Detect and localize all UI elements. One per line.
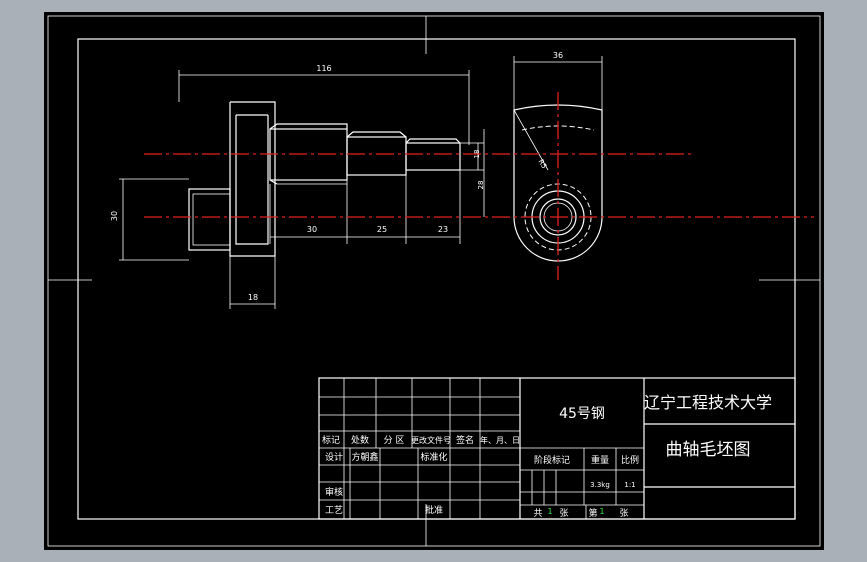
drawing-name: 曲轴毛坯图: [666, 440, 751, 460]
col-date: 年、月、日: [480, 435, 520, 445]
cad-drawing: 116 30 30 25 23 18 18 28 R5 36 45号钢 辽宁工程…: [47, 15, 821, 547]
dim-radius: R5: [537, 158, 549, 170]
sheet-number: 1: [599, 507, 604, 516]
drawing-sheet: 116 30 30 25 23 18 18 28 R5 36 45号钢 辽宁工程…: [44, 12, 824, 550]
dim-18-length: 18: [248, 293, 258, 302]
dim-28-diameter: 28: [477, 181, 485, 190]
review-label: 审核: [325, 486, 343, 498]
standardize-label: 标准化: [420, 451, 447, 463]
sheet-unit: 张: [559, 508, 568, 519]
sheet-prefix: 第: [588, 507, 597, 519]
process-label: 工艺: [325, 505, 343, 516]
stage-mark-label: 阶段标记: [534, 454, 570, 466]
dim-30-diameter: 30: [110, 211, 119, 221]
dim-36-width: 36: [553, 51, 563, 60]
col-count: 处数: [351, 434, 369, 446]
design-label: 设计: [325, 451, 343, 463]
shaft-front-view: [188, 101, 461, 257]
sheet-unit-2: 张: [619, 508, 628, 519]
dim-30-segment: 30: [307, 225, 317, 234]
dim-25-segment: 25: [377, 225, 387, 234]
approve-label: 批准: [425, 504, 443, 516]
school-name: 辽宁工程技术大学: [644, 393, 772, 412]
col-mark: 标记: [322, 434, 340, 446]
col-change-doc: 更改文件号: [411, 435, 451, 445]
total-sheets: 1: [547, 507, 552, 516]
front-dimensions: 116 30 30 25 23 18 18 28: [110, 64, 485, 309]
outer-border: [47, 15, 821, 547]
weight-label: 重量: [591, 454, 609, 466]
col-zone: 分 区: [384, 435, 405, 446]
dim-23-segment: 23: [438, 225, 448, 234]
scale-label: 比例: [621, 454, 639, 466]
total-prefix: 共: [533, 508, 542, 519]
col-signature: 签名: [456, 434, 474, 446]
designer-name: 方朝鑫: [351, 451, 378, 463]
weight-value: 3.3kg: [590, 481, 610, 489]
scale-value: 1:1: [624, 481, 635, 489]
material-label: 45号钢: [559, 406, 605, 422]
dim-116: 116: [316, 64, 331, 73]
